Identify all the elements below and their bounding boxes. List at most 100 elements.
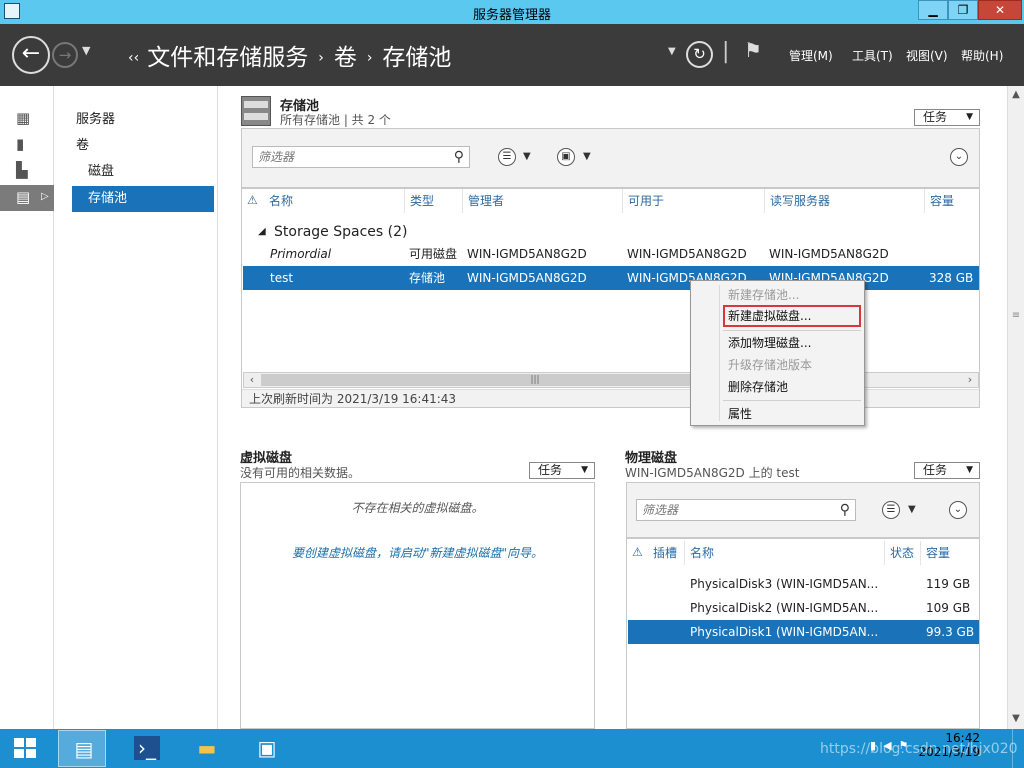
table-row[interactable]: PhysicalDisk2 (WIN-IGMD5AN... 109 GB	[627, 596, 979, 620]
breadcrumb-dropdown-icon[interactable]: ▼	[668, 46, 676, 57]
scroll-up-icon[interactable]: ▲	[1008, 89, 1024, 100]
storage-pools-tasks-button[interactable]: 任务 ▼	[914, 109, 980, 126]
column-header-name[interactable]: 名称	[684, 541, 884, 565]
search-icon[interactable]: ⚲	[840, 500, 850, 520]
column-header-capacity[interactable]: 容量	[924, 189, 979, 213]
back-arrow-icon[interactable]: ←	[12, 36, 50, 74]
storage-pools-filter-bar: 筛选器 ⚲ ☰ ▼ ▣ ▼ ⌄	[241, 128, 980, 188]
scroll-grip-icon[interactable]: ≡	[1011, 310, 1021, 321]
list-options-icon[interactable]: ☰	[498, 148, 516, 166]
column-header-status[interactable]: 状态	[884, 541, 920, 565]
chevron-down-icon[interactable]: ▼	[583, 151, 591, 162]
window-vertical-scrollbar[interactable]: ▲ ≡ ▼	[1007, 86, 1024, 729]
chevron-down-icon[interactable]: ▼	[908, 504, 916, 515]
storage-pools-filter-input[interactable]: 筛选器 ⚲	[252, 146, 470, 168]
new-virtual-disk-wizard-link[interactable]: 要创建虚拟磁盘，请启动"新建虚拟磁盘"向导。	[241, 544, 594, 561]
menu-gutter	[719, 285, 720, 421]
minimize-button[interactable]: ▁	[918, 0, 948, 20]
menu-item-delete-storage-pool[interactable]: 删除存储池	[723, 376, 861, 398]
scroll-right-icon[interactable]: ›	[962, 373, 978, 387]
sort-warning-icon: ⚠	[247, 193, 258, 207]
rail-dashboard[interactable]: ▦	[0, 106, 54, 132]
breadcrumb-item-storage-pools[interactable]: 存储池	[382, 45, 451, 71]
history-chevron-down-icon[interactable]: ▼	[82, 44, 90, 57]
start-button[interactable]	[0, 729, 52, 768]
breadcrumb-expand-icon[interactable]: ‹‹	[128, 50, 139, 66]
breadcrumb-item-volumes[interactable]: 卷	[334, 45, 357, 71]
column-header-name[interactable]: 名称	[264, 189, 404, 213]
column-header-managed-by[interactable]: 管理者	[462, 189, 622, 213]
menu-manage[interactable]: 管理(M)	[789, 47, 833, 64]
column-header-capacity[interactable]: 容量	[920, 541, 979, 565]
physical-disks-table: ⚠ 插槽 名称 状态 容量 PhysicalDisk3 (WIN-IGMD5AN…	[626, 538, 980, 729]
filter-placeholder: 筛选器	[258, 150, 295, 164]
forward-arrow-icon[interactable]: →	[52, 42, 78, 68]
taskbar-control-panel[interactable]: ▣	[242, 730, 290, 767]
maximize-button[interactable]: ❐	[948, 0, 978, 20]
table-row[interactable]: Primordial 可用磁盘 WIN-IGMD5AN8G2D WIN-IGMD…	[242, 242, 979, 266]
table-row-selected[interactable]: PhysicalDisk1 (WIN-IGMD5AN... 99.3 GB	[628, 620, 979, 644]
cell-managed-by: WIN-IGMD5AN8G2D	[467, 247, 587, 261]
rail-file-storage[interactable]: ▤ ▷	[0, 185, 54, 211]
table-row-selected[interactable]: test 存储池 WIN-IGMD5AN8G2D WIN-IGMD5AN8G2D…	[243, 266, 979, 290]
column-header-type[interactable]: 类型	[404, 189, 462, 213]
menu-view[interactable]: 视图(V)	[906, 47, 948, 64]
menu-item-properties[interactable]: 属性	[723, 403, 861, 425]
menu-separator	[723, 330, 861, 331]
refresh-icon[interactable]: ↻	[686, 41, 713, 68]
file-storage-icon: ▤	[16, 188, 31, 206]
group-header[interactable]: ◢ Storage Spaces (2)	[242, 220, 979, 244]
column-header-rw-server[interactable]: 读写服务器	[764, 189, 924, 213]
physical-disks-tasks-button[interactable]: 任务 ▼	[914, 462, 980, 479]
rail-local-server[interactable]: ▮	[0, 132, 54, 158]
sidebar-item-disks[interactable]: 磁盘	[72, 159, 214, 185]
expand-section-icon[interactable]: ⌄	[949, 501, 967, 519]
control-panel-icon: ▣	[257, 736, 277, 760]
menu-item-add-physical-disk[interactable]: 添加物理磁盘...	[723, 332, 861, 354]
expand-section-icon[interactable]: ⌄	[950, 148, 968, 166]
list-options-icon[interactable]: ☰	[882, 501, 900, 519]
virtual-disks-subtitle: 没有可用的相关数据。	[240, 466, 361, 480]
taskbar-powershell[interactable]: ›_	[122, 730, 170, 767]
column-header-slot[interactable]: 插槽	[648, 541, 684, 565]
scroll-down-icon[interactable]: ▼	[1008, 713, 1024, 724]
table-row[interactable]: PhysicalDisk3 (WIN-IGMD5AN... 119 GB	[627, 572, 979, 596]
sidebar-item-volumes[interactable]: 卷	[72, 133, 214, 159]
virtual-disks-empty-text: 不存在相关的虚拟磁盘。	[351, 501, 484, 515]
collapse-triangle-icon[interactable]: ◢	[258, 220, 266, 244]
menu-item-upgrade-pool-version: 升级存储池版本	[728, 358, 813, 372]
cell-name: Primordial	[270, 247, 332, 261]
save-query-icon[interactable]: ▣	[557, 148, 575, 166]
server-manager-icon: ▤	[74, 737, 94, 761]
sidebar-item-storage-pools[interactable]: 存储池	[72, 186, 214, 212]
scroll-left-icon[interactable]: ‹	[244, 373, 260, 387]
column-header-available-to[interactable]: 可用于	[622, 189, 764, 213]
breadcrumb-separator-icon: ›	[366, 50, 373, 66]
tasks-label: 任务	[923, 110, 948, 124]
cell-capacity: 328 GB	[929, 271, 974, 285]
virtual-disks-tasks-button[interactable]: 任务 ▼	[529, 462, 595, 479]
rail-all-servers[interactable]: ▙	[0, 158, 54, 184]
title-bar: 服务器管理器 ▁ ❐ ✕	[0, 0, 1024, 24]
breadcrumb-item-file-storage[interactable]: 文件和存储服务	[147, 45, 308, 71]
all-servers-icon: ▙	[16, 161, 28, 179]
storage-pool-context-menu: 新建存储池... 新建虚拟磁盘... 添加物理磁盘... 升级存储池版本 删除存…	[690, 280, 865, 426]
taskbar-file-explorer[interactable]: ▬	[182, 730, 230, 767]
menu-tools[interactable]: 工具(T)	[852, 47, 893, 64]
physical-disks-filter-input[interactable]: 筛选器 ⚲	[636, 499, 856, 521]
horizontal-scrollbar[interactable]: ‹ ||| ›	[243, 372, 979, 388]
chevron-down-icon[interactable]: ▼	[523, 151, 531, 162]
sidebar-item-servers[interactable]: 服务器	[72, 107, 214, 133]
physical-disks-filter-bar: 筛选器 ⚲ ☰ ▼ ⌄	[626, 482, 980, 538]
sidebar: 服务器 卷 磁盘 存储池	[54, 86, 218, 729]
cell-rw-server: WIN-IGMD5AN8G2D	[769, 247, 889, 261]
close-button[interactable]: ✕	[978, 0, 1022, 20]
notifications-flag-icon[interactable]: ⚑	[744, 38, 762, 62]
taskbar-server-manager[interactable]: ▤	[58, 730, 106, 767]
search-icon[interactable]: ⚲	[454, 147, 464, 167]
tasks-label: 任务	[923, 463, 948, 477]
group-label: Storage Spaces (2)	[274, 224, 408, 240]
menu-help[interactable]: 帮助(H)	[961, 47, 1003, 64]
menu-item-new-virtual-disk[interactable]: 新建虚拟磁盘...	[723, 305, 861, 327]
menu-item-new-storage-pool: 新建存储池...	[728, 288, 800, 302]
